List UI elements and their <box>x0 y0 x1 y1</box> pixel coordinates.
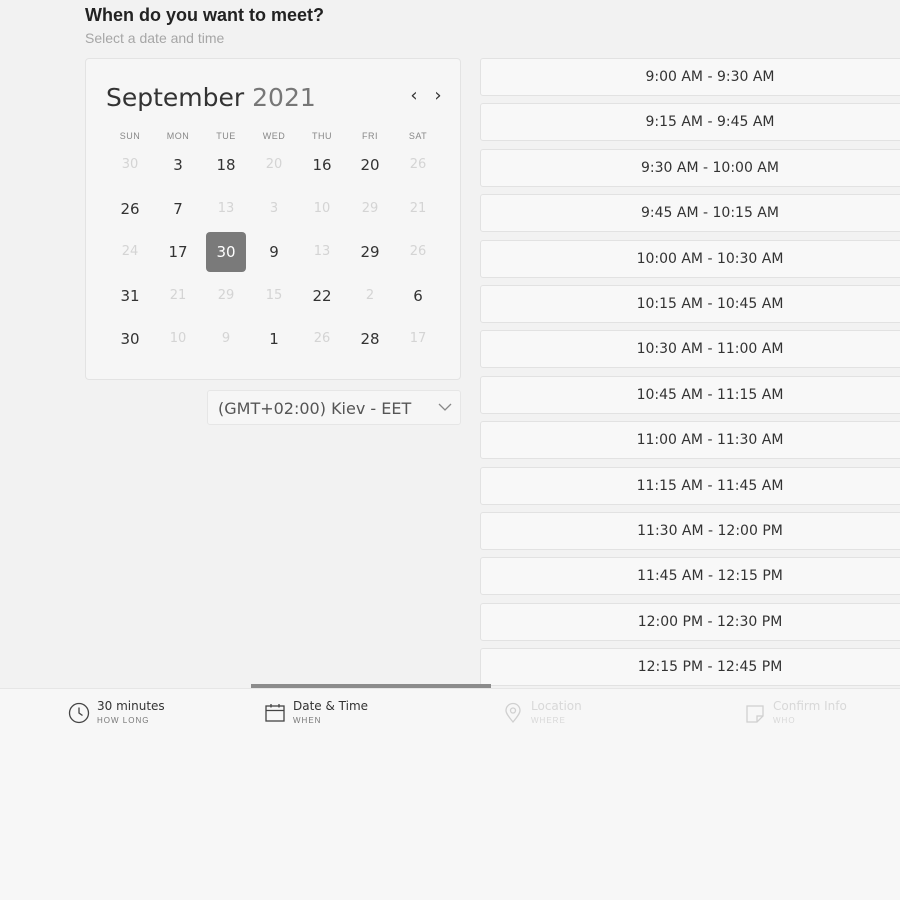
calendar-day[interactable]: 30 <box>110 319 150 359</box>
calendar-day[interactable]: 9 <box>254 232 294 272</box>
calendar-day: 24 <box>121 244 139 259</box>
calendar-day[interactable]: 20 <box>350 145 390 185</box>
calendar-day[interactable]: 29 <box>350 232 390 272</box>
calendar-day[interactable]: 26 <box>110 189 150 229</box>
calendar-day[interactable]: 17 <box>158 232 198 272</box>
next-month-button[interactable]: › <box>428 85 448 109</box>
calendar-day: 10 <box>169 331 187 346</box>
time-slot-label: 12:00 PM - 12:30 PM <box>637 613 783 630</box>
step-location-title: Location <box>531 699 582 713</box>
step-duration-title: 30 minutes <box>97 699 165 713</box>
weekday-label: WED <box>262 131 286 141</box>
scheduler-main: When do you want to meet? Select a date … <box>0 0 900 688</box>
time-slot-label: 10:30 AM - 11:00 AM <box>636 341 784 358</box>
step-date-time-title: Date & Time <box>293 699 369 713</box>
clock-icon <box>68 702 90 724</box>
time-slot-button[interactable]: 10:45 AM - 11:15 AM <box>480 375 900 414</box>
calendar-day: 9 <box>221 331 231 346</box>
time-slot-label: 9:45 AM - 10:15 AM <box>641 205 779 222</box>
calendar-day[interactable]: 7 <box>158 189 198 229</box>
calendar-year: 2021 <box>252 83 316 112</box>
calendar-day: 21 <box>169 287 187 303</box>
calendar-day: 29 <box>361 200 379 216</box>
weekday-label: SAT <box>408 131 428 141</box>
time-slot-label: 11:15 AM - 11:45 AM <box>636 477 784 494</box>
weekday-header-row: SUN MON TUE WED THU FRI SAT <box>106 131 442 143</box>
calendar-day: 2 <box>365 287 375 303</box>
calendar-day: 3 <box>269 200 279 216</box>
calendar-day: 21 <box>409 200 427 216</box>
time-slot-button[interactable]: 12:00 PM - 12:30 PM <box>480 602 900 641</box>
calendar-month: September <box>106 83 245 112</box>
calendar-day[interactable]: 28 <box>350 319 390 359</box>
step-confirm-info-subtitle: WHO <box>773 716 796 725</box>
calendar: September 2021 ‹ › SUN MON TUE WED THU FRI SAT… <box>85 58 461 380</box>
time-slot-button[interactable]: 11:30 AM - 12:00 PM <box>480 512 900 550</box>
calendar-icon <box>265 704 285 722</box>
calendar-month-year: September 2021 <box>106 83 316 112</box>
weekday-label: SUN <box>119 131 141 141</box>
time-slot-label: 9:30 AM - 10:00 AM <box>641 159 779 176</box>
calendar-day[interactable]: 22 <box>302 276 342 316</box>
time-slot-label: 9:15 AM - 9:45 AM <box>645 114 775 131</box>
timezone-value: (GMT+02:00) Kiev - EET <box>218 399 412 418</box>
chevron-down-icon <box>438 403 452 411</box>
calendar-day: 10 <box>313 200 331 216</box>
calendar-day[interactable]: 18 <box>206 145 246 185</box>
calendar-day: 20 <box>265 157 283 172</box>
calendar-day: 26 <box>409 244 427 259</box>
step-duration-subtitle: HOW LONG <box>97 716 150 725</box>
calendar-day[interactable]: 16 <box>302 145 342 185</box>
weekday-label: THU <box>312 131 332 141</box>
time-slot-button[interactable]: 11:15 AM - 11:45 AM <box>480 466 900 505</box>
step-location-subtitle: WHERE <box>531 716 566 725</box>
calendar-day[interactable]: 6 <box>398 276 438 316</box>
weekday-label: TUE <box>216 131 236 141</box>
time-slot-label: 11:00 AM - 11:30 AM <box>636 432 784 449</box>
location-pin-icon <box>505 702 521 724</box>
time-slot-label: 9:00 AM - 9:30 AM <box>645 69 775 85</box>
time-slot-label: 11:45 AM - 12:15 PM <box>637 568 783 585</box>
calendar-day: 17 <box>409 331 427 346</box>
calendar-day: 29 <box>217 287 235 303</box>
calendar-day-selected[interactable]: 30 <box>206 232 246 272</box>
calendar-day: 26 <box>313 331 331 346</box>
time-slot-button[interactable]: 9:00 AM - 9:30 AM <box>480 58 900 96</box>
time-slot-button[interactable]: 10:30 AM - 11:00 AM <box>480 330 900 369</box>
time-slot-label: 10:15 AM - 10:45 AM <box>636 296 784 312</box>
weekday-label: FRI <box>362 131 378 141</box>
calendar-day: 26 <box>409 157 427 172</box>
step-confirm-info-title: Confirm Info <box>773 699 847 713</box>
time-slot-button[interactable]: 9:15 AM - 9:45 AM <box>480 103 900 142</box>
page-subtitle: Select a date and time <box>85 30 225 46</box>
time-slot-button[interactable]: 11:00 AM - 11:30 AM <box>480 421 900 460</box>
calendar-day: 13 <box>217 200 235 216</box>
time-slot-button[interactable]: 9:30 AM - 10:00 AM <box>480 148 900 187</box>
calendar-day: 13 <box>313 244 331 259</box>
time-slot-button[interactable]: 9:45 AM - 10:15 AM <box>480 194 900 233</box>
time-slot-button[interactable]: 10:00 AM - 10:30 AM <box>480 239 900 278</box>
time-slot-button[interactable]: 10:15 AM - 10:45 AM <box>480 285 900 323</box>
time-slot-label: 10:00 AM - 10:30 AM <box>636 250 784 267</box>
step-date-time-subtitle: WHEN <box>293 716 322 725</box>
weekday-label: MON <box>166 131 190 141</box>
calendar-day[interactable]: 31 <box>110 276 150 316</box>
step-progress-indicator <box>251 684 491 688</box>
time-slot-button[interactable]: 12:15 PM - 12:45 PM <box>480 648 900 687</box>
chevron-left-icon: ‹ <box>410 85 418 106</box>
calendar-day: 15 <box>265 287 283 303</box>
time-slot-button[interactable]: 11:45 AM - 12:15 PM <box>480 557 900 596</box>
chevron-right-icon: › <box>434 85 442 106</box>
time-slot-label: 11:30 AM - 12:00 PM <box>637 523 783 539</box>
time-slot-label: 12:15 PM - 12:45 PM <box>637 659 783 676</box>
page-title: When do you want to meet? <box>85 5 324 25</box>
calendar-day[interactable]: 3 <box>158 145 198 185</box>
calendar-day[interactable]: 1 <box>254 319 294 359</box>
calendar-day: 30 <box>121 157 139 172</box>
prev-month-button[interactable]: ‹ <box>404 85 424 109</box>
time-slot-label: 10:45 AM - 11:15 AM <box>636 386 784 403</box>
note-icon <box>746 705 764 723</box>
timezone-select[interactable]: (GMT+02:00) Kiev - EET <box>207 390 461 425</box>
